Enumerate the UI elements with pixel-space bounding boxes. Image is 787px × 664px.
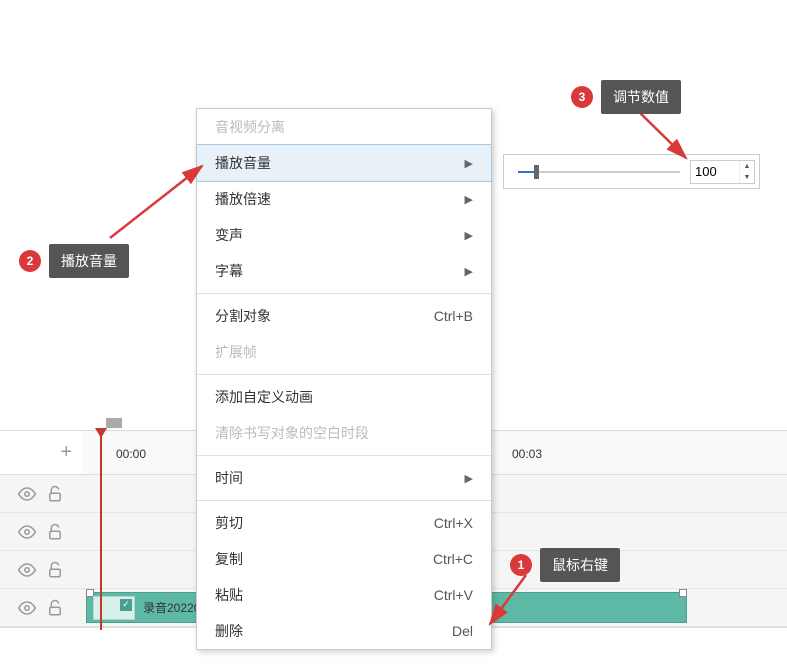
eye-icon[interactable]	[18, 485, 36, 503]
menu-shortcut: Ctrl+B	[434, 308, 473, 324]
menu-label: 字幕	[215, 261, 243, 281]
chevron-right-icon: ▶	[465, 193, 473, 206]
menu-label: 变声	[215, 225, 243, 245]
menu-label: 清除书写对象的空白时段	[215, 423, 369, 443]
menu-separator	[197, 374, 491, 375]
eye-icon[interactable]	[18, 599, 36, 617]
menu-label: 删除	[215, 621, 243, 641]
menu-label: 粘贴	[215, 585, 243, 605]
clip-handle-right[interactable]	[679, 589, 687, 597]
menu-voice-change[interactable]: 变声 ▶	[197, 217, 491, 253]
add-track-area: +	[0, 441, 82, 464]
menu-shortcut: Del	[452, 623, 473, 639]
menu-volume[interactable]: 播放音量 ▶	[196, 144, 492, 182]
volume-spinner: ▲ ▼	[690, 160, 755, 184]
playhead[interactable]	[100, 430, 102, 630]
menu-clear-blank: 清除书写对象的空白时段	[197, 415, 491, 451]
callout-2: 2 播放音量	[19, 244, 129, 278]
menu-time[interactable]: 时间 ▶	[197, 460, 491, 496]
callout-3: 3 调节数值	[571, 80, 681, 114]
playhead-grip-icon[interactable]	[106, 418, 122, 428]
menu-paste[interactable]: 粘贴 Ctrl+V	[197, 577, 491, 613]
menu-extend-frame: 扩展帧	[197, 334, 491, 370]
menu-shortcut: Ctrl+C	[433, 551, 473, 567]
volume-slider-popup: ▲ ▼	[503, 154, 760, 189]
menu-label: 剪切	[215, 513, 243, 533]
menu-label: 复制	[215, 549, 243, 569]
volume-input[interactable]	[691, 161, 739, 183]
lock-icon[interactable]	[46, 561, 64, 579]
menu-label: 添加自定义动画	[215, 387, 313, 407]
callout-1: 1 鼠标右键	[510, 548, 620, 582]
time-marker: 00:03	[512, 447, 542, 461]
spinner-down-icon[interactable]: ▼	[740, 172, 754, 183]
callout-num-icon: 2	[19, 250, 41, 272]
context-menu: 音视频分离 播放音量 ▶ 播放倍速 ▶ 变声 ▶ 字幕 ▶ 分割对象 Ctrl+…	[196, 108, 492, 650]
menu-speed[interactable]: 播放倍速 ▶	[197, 181, 491, 217]
menu-separator	[197, 293, 491, 294]
callout-label: 播放音量	[49, 244, 129, 278]
menu-label: 时间	[215, 468, 243, 488]
menu-separator	[197, 500, 491, 501]
menu-label: 播放音量	[215, 153, 271, 173]
menu-label: 音视频分离	[215, 117, 285, 137]
lock-icon[interactable]	[46, 485, 64, 503]
playhead-flag-icon	[95, 428, 107, 438]
menu-delete[interactable]: 删除 Del	[197, 613, 491, 649]
menu-separate-av: 音视频分离	[197, 109, 491, 145]
menu-shortcut: Ctrl+V	[434, 587, 473, 603]
eye-icon[interactable]	[18, 561, 36, 579]
menu-split[interactable]: 分割对象 Ctrl+B	[197, 298, 491, 334]
lock-icon[interactable]	[46, 523, 64, 541]
callout-label: 调节数值	[601, 80, 681, 114]
spinner-up-icon[interactable]: ▲	[740, 161, 754, 172]
menu-label: 播放倍速	[215, 189, 271, 209]
volume-slider[interactable]	[518, 171, 680, 173]
chevron-right-icon: ▶	[465, 229, 473, 242]
menu-copy[interactable]: 复制 Ctrl+C	[197, 541, 491, 577]
menu-label: 分割对象	[215, 306, 271, 326]
plus-icon[interactable]: +	[60, 441, 72, 464]
menu-cut[interactable]: 剪切 Ctrl+X	[197, 505, 491, 541]
menu-label: 扩展帧	[215, 342, 257, 362]
callout-label: 鼠标右键	[540, 548, 620, 582]
menu-shortcut: Ctrl+X	[434, 515, 473, 531]
menu-subtitle[interactable]: 字幕 ▶	[197, 253, 491, 289]
callout-num-icon: 1	[510, 554, 532, 576]
chevron-right-icon: ▶	[465, 472, 473, 485]
menu-separator	[197, 455, 491, 456]
eye-icon[interactable]	[18, 523, 36, 541]
chevron-right-icon: ▶	[465, 265, 473, 278]
chevron-right-icon: ▶	[465, 157, 473, 170]
time-marker: 00:00	[116, 447, 146, 461]
slider-thumb[interactable]	[534, 165, 539, 179]
callout-num-icon: 3	[571, 86, 593, 108]
lock-icon[interactable]	[46, 599, 64, 617]
menu-custom-anim[interactable]: 添加自定义动画	[197, 379, 491, 415]
